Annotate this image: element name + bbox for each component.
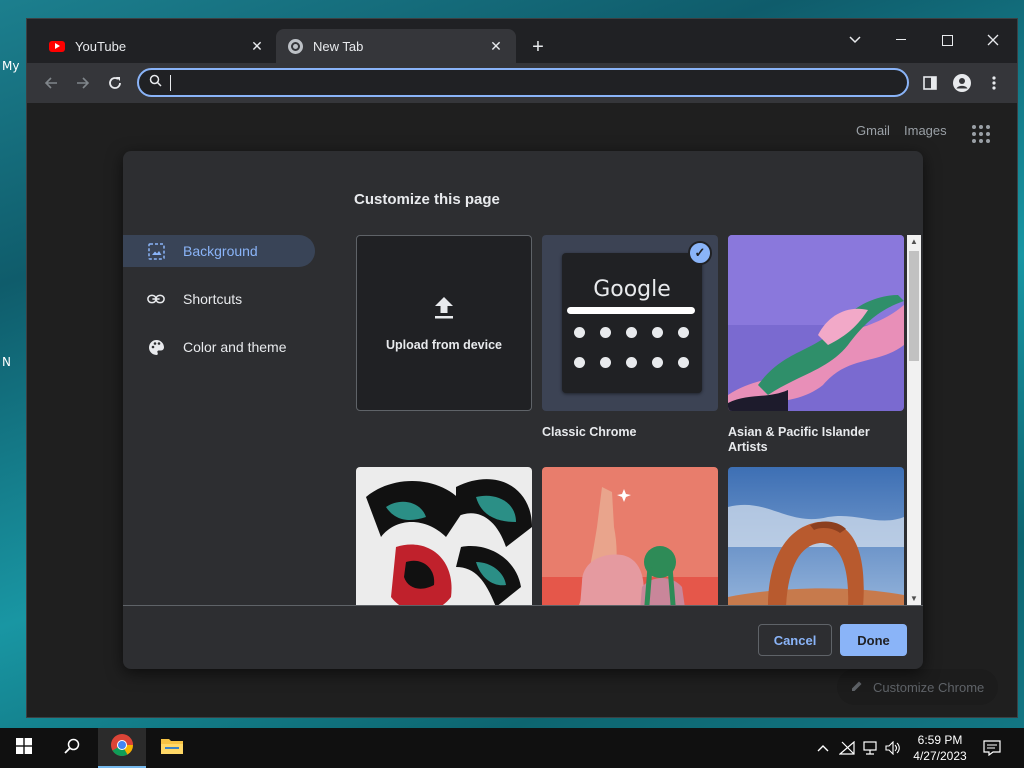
gmail-link[interactable]: Gmail [856,123,890,138]
palette-icon [147,338,165,356]
tab-strip: YouTube ✕ New Tab ✕ + [27,19,1017,63]
search-icon [64,738,80,759]
chevron-up-icon[interactable] [814,739,832,757]
side-panel-icon[interactable] [918,71,942,95]
sidebar-item-label: Color and theme [183,339,287,355]
sidebar-item-label: Shortcuts [183,291,243,307]
system-clock[interactable]: 6:59 PM 4/27/2023 [908,732,972,764]
new-tab-button[interactable]: + [527,36,549,58]
asian-pacific-artwork-image [728,235,904,411]
images-link[interactable]: Images [904,123,947,138]
kebab-menu-icon[interactable] [982,71,1006,95]
dialog-title: Customize this page [354,191,500,208]
checkmark-icon: ✓ [688,241,712,265]
classic-chrome-preview: Google [562,253,702,393]
tab-youtube[interactable]: YouTube ✕ [37,29,277,63]
tab-search-icon[interactable] [832,25,878,55]
search-icon [149,74,162,92]
notifications-icon[interactable] [983,739,1001,757]
forward-button[interactable] [71,71,95,95]
volume-icon[interactable] [884,739,902,757]
sidebar-item-background[interactable]: Background [123,235,315,267]
scroll-up-arrow-icon[interactable]: ▲ [910,237,918,246]
background-collections-grid: Upload from device Google ✓ Classic Chro… [355,235,921,605]
profile-icon[interactable] [950,71,974,95]
apps-grid-icon[interactable] [972,125,990,143]
collection-tile-asian-pacific-islander-artists[interactable] [728,235,904,411]
customize-chrome-label: Customize Chrome [873,679,985,695]
figures-artwork-image [542,467,718,605]
collection-tile[interactable] [728,467,904,605]
upload-from-device-tile[interactable]: Upload from device [356,235,532,411]
sidebar-item-label: Background [183,243,258,259]
image-icon [147,242,165,260]
dialog-footer: Cancel Done [123,605,923,669]
chrome-icon [288,38,303,54]
search-box-preview [567,307,695,314]
customize-dialog: Customize this page Background Shortcuts… [123,151,923,669]
network-icon[interactable] [862,739,880,757]
clock-time: 6:59 PM [917,733,963,747]
sidebar-item-shortcuts[interactable]: Shortcuts [123,283,315,315]
cancel-button[interactable]: Cancel [758,624,832,656]
classic-chrome-tile[interactable]: Google ✓ [542,235,718,411]
start-button[interactable] [0,728,48,768]
done-button[interactable]: Done [840,624,907,656]
scroll-down-arrow-icon[interactable]: ▼ [910,594,918,603]
minimize-button[interactable] [878,25,924,55]
grid-scrollbar[interactable]: ▲ ▼ [907,235,921,605]
taskbar-file-explorer-app[interactable] [148,728,196,768]
address-input[interactable] [179,74,907,91]
maximize-button[interactable] [924,25,970,55]
tab-new-tab[interactable]: New Tab ✕ [276,29,516,63]
address-bar[interactable] [137,68,909,97]
collection-label: Asian & Pacific Islander Artists [728,425,870,454]
tab-title: YouTube [75,38,127,54]
shortcut-dots-preview [574,327,689,368]
network-disabled-icon[interactable] [838,739,856,757]
close-tab-icon[interactable]: ✕ [488,38,504,54]
pencil-icon [851,680,863,695]
close-window-button[interactable] [970,25,1016,55]
windows-taskbar: 6:59 PM 4/27/2023 [0,728,1024,768]
new-tab-page: Gmail Images Customize Chrome Customize … [27,103,1017,717]
tab-title: New Tab [313,38,364,54]
collection-tile[interactable] [356,467,532,605]
link-icon [147,290,165,308]
browser-toolbar [27,63,1017,103]
windows-logo-icon [16,737,32,759]
collection-tile[interactable] [542,467,718,605]
folder-icon [161,737,183,760]
taskbar-chrome-app[interactable] [98,728,146,768]
desktop-label-fragment: My [2,59,20,73]
close-tab-icon[interactable]: ✕ [249,38,265,54]
scrollbar-thumb[interactable] [909,251,919,361]
landscape-arch-image [728,467,904,605]
chrome-icon [110,733,134,762]
back-button[interactable] [39,71,63,95]
reload-button[interactable] [103,71,127,95]
upload-label: Upload from device [386,337,502,352]
desktop-label-fragment: N [2,355,11,369]
google-logo-preview: Google [593,277,671,302]
browser-window: YouTube ✕ New Tab ✕ + Gmail Images Custo… [26,18,1018,718]
sidebar-item-color-and-theme[interactable]: Color and theme [123,331,315,363]
youtube-icon [49,40,65,52]
formline-artwork-image [356,467,532,605]
classic-chrome-label: Classic Chrome [542,425,637,439]
customize-chrome-button[interactable]: Customize Chrome [837,669,999,705]
text-caret [170,74,171,91]
upload-icon [433,295,455,324]
clock-date: 4/27/2023 [913,749,967,763]
taskbar-search-button[interactable] [48,728,96,768]
